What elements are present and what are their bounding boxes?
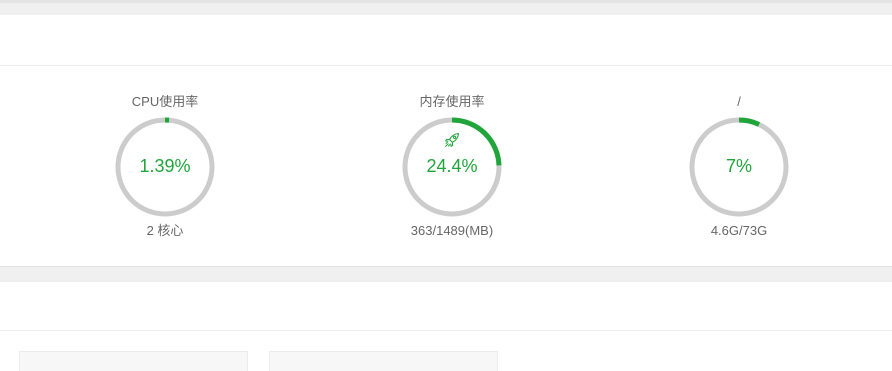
memory-gauge-title: 内存使用率	[419, 94, 485, 109]
overview-card[interactable]	[269, 351, 498, 371]
overview-panel-header	[0, 282, 892, 331]
memory-gauge[interactable]: 内存使用率 24.4% 363/1489(MB)	[362, 15, 542, 267]
cpu-gauge[interactable]: CPU使用率 1.39% 2 核心	[75, 15, 255, 267]
cpu-core-count: 2 核心	[146, 223, 184, 238]
cpu-gauge-value: 1.39%	[139, 156, 191, 176]
rocket-icon[interactable]	[443, 131, 461, 149]
top-divider	[0, 0, 892, 3]
disk-gauge[interactable]: / 7% 4.6G/73G	[649, 15, 829, 267]
disk-gauge-title: /	[737, 94, 741, 109]
disk-usage-detail: 4.6G/73G	[710, 223, 768, 238]
overview-card[interactable]	[19, 351, 248, 371]
memory-gauge-value: 24.4%	[426, 156, 478, 176]
status-panel: CPU使用率 1.39% 2 核心 内存使用率 24.4% 363/1489(M…	[0, 15, 892, 267]
memory-usage-detail: 363/1489(MB)	[410, 223, 494, 238]
cpu-gauge-title: CPU使用率	[131, 94, 199, 109]
dashboard: CPU使用率 1.39% 2 核心 内存使用率 24.4% 363/1489(M…	[0, 0, 892, 371]
disk-gauge-value: 7%	[725, 156, 752, 176]
